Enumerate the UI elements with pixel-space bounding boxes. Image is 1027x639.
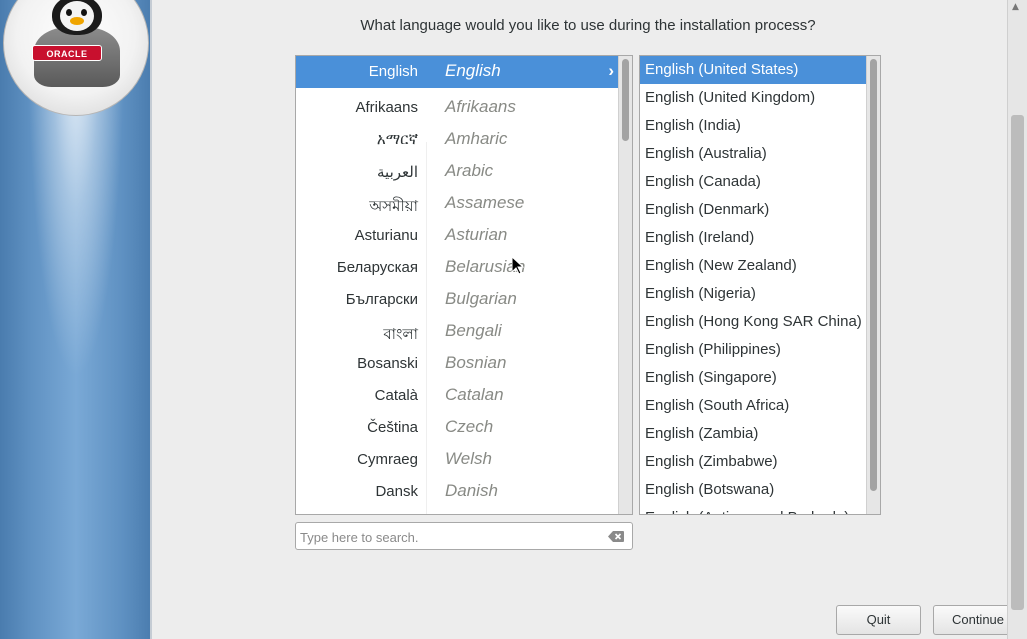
locale-list-scrollbar[interactable] <box>866 56 880 514</box>
page-scroll-thumb[interactable] <box>1011 115 1024 610</box>
language-search-field[interactable] <box>295 522 633 550</box>
language-english-name: Asturian <box>445 225 508 244</box>
column-divider <box>426 142 427 514</box>
locale-row[interactable]: English (Singapore) <box>640 364 868 392</box>
locale-row[interactable]: English (United States) <box>640 56 868 84</box>
language-row[interactable]: Català Catalan <box>296 380 632 412</box>
language-english-name: Danish <box>445 481 498 500</box>
oracle-badge: ORACLE <box>32 45 102 61</box>
language-native-name: Български <box>345 291 418 308</box>
language-english-name: Bengali <box>445 321 502 340</box>
locale-row[interactable]: English (Nigeria) <box>640 280 868 308</box>
locale-row[interactable]: English (Canada) <box>640 168 868 196</box>
language-native-name: አማርኛ <box>376 131 418 148</box>
penguin-eye-left <box>66 9 72 16</box>
language-english-name: Assamese <box>445 193 525 212</box>
language-english-name: Bosnian <box>445 353 507 372</box>
language-row[interactable]: አማርኛ Amharic <box>296 124 632 156</box>
language-row[interactable]: Asturianu Asturian <box>296 220 632 252</box>
language-english-name: English <box>445 61 501 80</box>
locale-row[interactable]: English (Ireland) <box>640 224 868 252</box>
chevron-right-icon: › <box>608 61 614 80</box>
sidebar-edge <box>150 0 152 639</box>
locale-row[interactable]: English (Botswana) <box>640 476 868 504</box>
locale-row[interactable]: English (United Kingdom) <box>640 84 868 112</box>
language-native-name: Беларуская <box>336 259 418 276</box>
language-english-name: Arabic <box>445 161 494 180</box>
language-native-name: Català <box>374 387 418 404</box>
penguin-beak <box>70 17 84 25</box>
language-native-name: العربية <box>377 164 418 181</box>
language-english-name: Czech <box>445 417 494 436</box>
language-row[interactable]: Беларуская Belarusian <box>296 252 632 284</box>
language-native-name: Dansk <box>375 483 418 500</box>
locale-list[interactable]: English (United States) English (United K… <box>639 55 881 515</box>
clear-search-icon[interactable] <box>608 531 624 542</box>
language-list-scroll-thumb[interactable] <box>622 59 629 141</box>
language-native-name: Čeština <box>367 419 418 436</box>
language-row[interactable]: Čeština Czech <box>296 412 632 444</box>
language-row[interactable]: Afrikaans Afrikaans <box>296 92 632 124</box>
language-row[interactable]: Български Bulgarian <box>296 284 632 316</box>
language-native-name: Cymraeg <box>357 451 418 468</box>
language-native-name: Afrikaans <box>355 99 418 116</box>
search-input[interactable] <box>300 527 600 547</box>
locale-row[interactable]: English (South Africa) <box>640 392 868 420</box>
locale-list-scroll-thumb[interactable] <box>870 59 877 491</box>
language-row[interactable]: Dansk Danish <box>296 476 632 508</box>
sidebar: ORACLE <box>0 0 152 639</box>
language-row[interactable]: বাংলা Bengali <box>296 316 632 348</box>
quit-button[interactable]: Quit <box>836 605 921 635</box>
language-row[interactable]: Bosanski Bosnian <box>296 348 632 380</box>
language-native-name: অসমীয়া <box>369 198 418 215</box>
language-english-name: Bulgarian <box>445 289 517 308</box>
language-english-name: Catalan <box>445 385 504 404</box>
language-list-scrollbar[interactable] <box>618 56 632 514</box>
page-question: What language would you like to use duri… <box>360 17 816 34</box>
language-native-name: Bosanski <box>357 355 418 372</box>
language-native-name: বাংলা <box>383 326 418 343</box>
language-row[interactable]: العربية Arabic <box>296 156 632 188</box>
locale-row[interactable]: English (Denmark) <box>640 196 868 224</box>
locale-row[interactable]: English (Antigua and Barbuda) <box>640 504 868 514</box>
locale-row[interactable]: English (Zimbabwe) <box>640 448 868 476</box>
page-scrollbar[interactable]: ▲ <box>1007 0 1027 639</box>
mouse-cursor-icon <box>512 257 524 275</box>
language-row[interactable]: English English › <box>296 56 632 88</box>
locale-row[interactable]: English (Philippines) <box>640 336 868 364</box>
locale-row[interactable]: English (Hong Kong SAR China) <box>640 308 868 336</box>
locale-row[interactable]: English (Australia) <box>640 140 868 168</box>
penguin-face <box>60 1 94 31</box>
language-list[interactable]: English English › Afrikaans Afrikaans አማርኛ Amh… <box>295 55 633 515</box>
language-english-name: Amharic <box>445 129 508 148</box>
penguin-eye-right <box>81 9 87 16</box>
locale-row[interactable]: English (New Zealand) <box>640 252 868 280</box>
language-row[interactable]: অসমীয়া Assamese <box>296 188 632 220</box>
locale-row[interactable]: English (Zambia) <box>640 420 868 448</box>
language-native-name: Asturianu <box>354 227 418 244</box>
locale-row[interactable]: English (India) <box>640 112 868 140</box>
language-native-name: English <box>368 63 418 80</box>
language-english-name: Afrikaans <box>445 97 516 116</box>
language-english-name: Welsh <box>445 449 492 468</box>
scroll-up-arrow-icon[interactable]: ▲ <box>1012 2 1019 12</box>
language-row[interactable]: Cymraeg Welsh <box>296 444 632 476</box>
